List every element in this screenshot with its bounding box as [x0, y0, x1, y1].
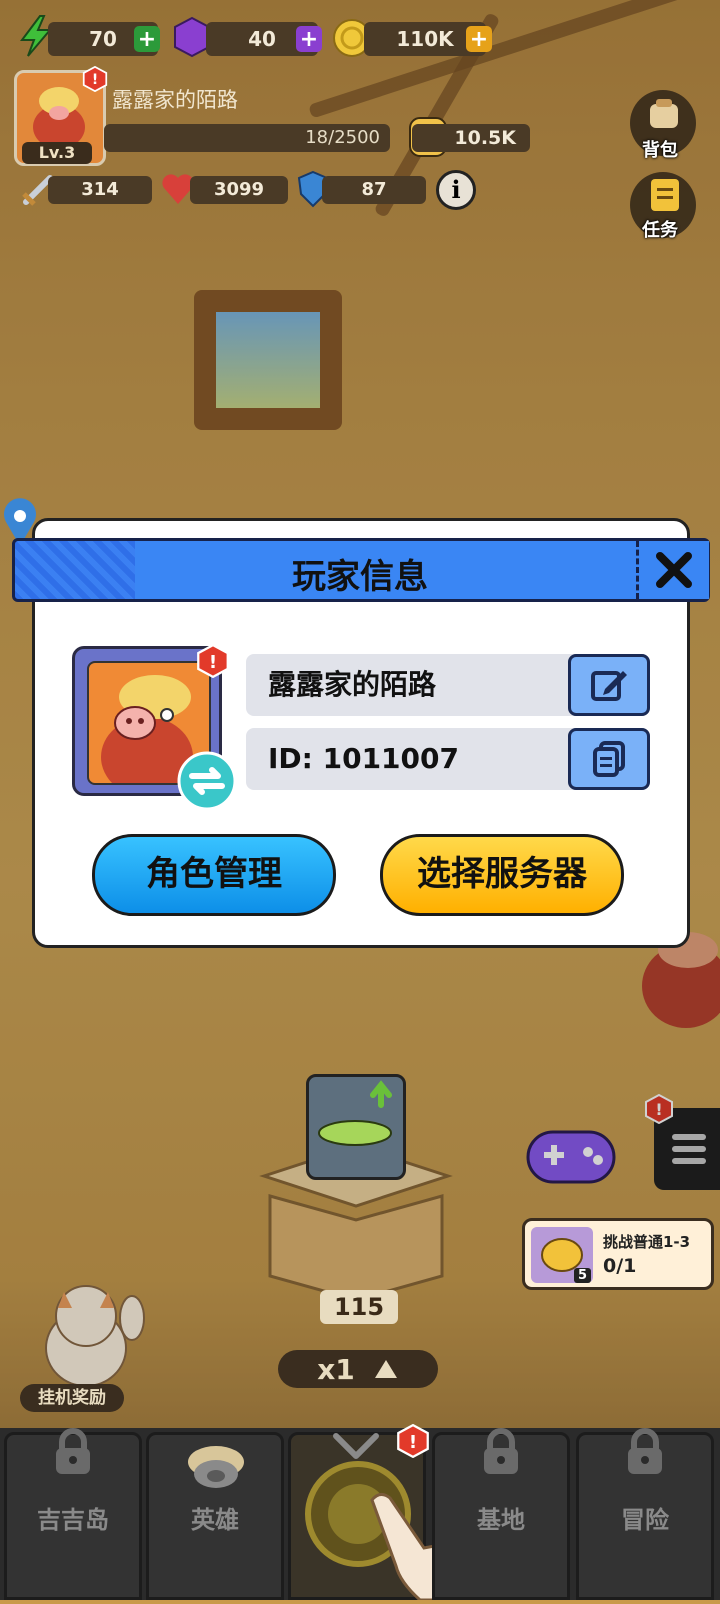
copy-icon — [593, 741, 625, 777]
player-name-value: 露露家的陌路 — [268, 668, 437, 701]
avatar-frame-alert-badge: ! — [196, 643, 230, 679]
lock-icon — [50, 1428, 96, 1474]
chest-counter: 115 — [320, 1290, 398, 1324]
edit-name-button[interactable] — [568, 654, 650, 716]
lock-icon — [478, 1428, 524, 1474]
svg-text:!: ! — [209, 652, 217, 673]
coin-value: 110K — [396, 27, 454, 51]
hp-value: 3099 — [213, 179, 265, 200]
tasks-icon — [648, 176, 682, 218]
gem-add-button[interactable]: + — [296, 26, 322, 52]
avatar-alert-badge: ! — [82, 65, 112, 96]
energy-add-button[interactable]: + — [134, 26, 160, 52]
tasks-label: 任务 — [642, 220, 678, 241]
battle-alert-badge: ! — [396, 1423, 430, 1459]
tab-heroes-label: 英雄 — [191, 1506, 239, 1534]
swap-avatar-button[interactable] — [176, 750, 238, 812]
role-management-label: 角色管理 — [146, 854, 282, 894]
tab-adventure-label: 冒险 — [621, 1506, 669, 1534]
defense-stat: 87 — [322, 176, 426, 204]
chest-upgrade-card[interactable] — [306, 1074, 406, 1180]
close-icon — [656, 552, 692, 588]
crossed-swords-icon — [330, 1432, 382, 1466]
attack-value: 314 — [81, 179, 119, 200]
coin-add-button[interactable]: + — [466, 26, 492, 52]
tab-base-label: 基地 — [477, 1506, 525, 1534]
gem-value: 40 — [248, 27, 276, 51]
info-icon[interactable]: i — [436, 170, 476, 210]
xp-value: 18/2500 — [305, 127, 380, 148]
tab-jiji-island-label: 吉吉岛 — [37, 1506, 109, 1534]
copy-id-button[interactable] — [568, 728, 650, 790]
energy-value: 70 — [89, 27, 117, 51]
power-counter: 10.5K — [412, 124, 530, 152]
svg-text:!: ! — [92, 72, 98, 88]
speed-toggle[interactable]: x1 — [278, 1350, 438, 1388]
hero-pig-icon — [184, 1440, 248, 1494]
defense-value: 87 — [361, 179, 387, 200]
dialog-title: 玩家信息 — [292, 557, 428, 597]
svg-text:!: ! — [409, 1432, 417, 1453]
lock-icon — [622, 1428, 668, 1474]
close-button[interactable] — [636, 541, 709, 599]
backpack-label: 背包 — [642, 140, 678, 161]
speed-value: x1 — [317, 1352, 355, 1386]
backpack-icon — [646, 96, 682, 136]
select-server-label: 选择服务器 — [417, 854, 587, 894]
swap-icon — [177, 751, 237, 811]
challenge-title: 挑战普通1-3 — [603, 1233, 691, 1251]
challenge-progress: 0/1 — [603, 1255, 637, 1277]
challenge-thumbnail: 5 — [531, 1227, 593, 1283]
xp-progress-bar: 18/2500 — [104, 124, 390, 152]
idle-reward-label[interactable]: 挂机奖励 — [20, 1384, 124, 1412]
challenge-card[interactable]: 5 挑战普通1-3 0/1 — [522, 1218, 714, 1290]
hp-stat: 3099 — [190, 176, 288, 204]
player-name: 露露家的陌路 — [112, 88, 238, 112]
select-server-button[interactable]: 选择服务器 — [380, 834, 624, 916]
attack-stat: 314 — [48, 176, 152, 204]
challenge-badge: 5 — [573, 1268, 591, 1283]
power-value: 10.5K — [454, 127, 516, 149]
player-level: Lv.3 — [22, 142, 92, 164]
triangle-up-icon — [374, 1360, 397, 1378]
edit-icon — [591, 671, 627, 701]
role-management-button[interactable]: 角色管理 — [92, 834, 336, 916]
player-id-value: ID: 1011007 — [268, 742, 459, 775]
